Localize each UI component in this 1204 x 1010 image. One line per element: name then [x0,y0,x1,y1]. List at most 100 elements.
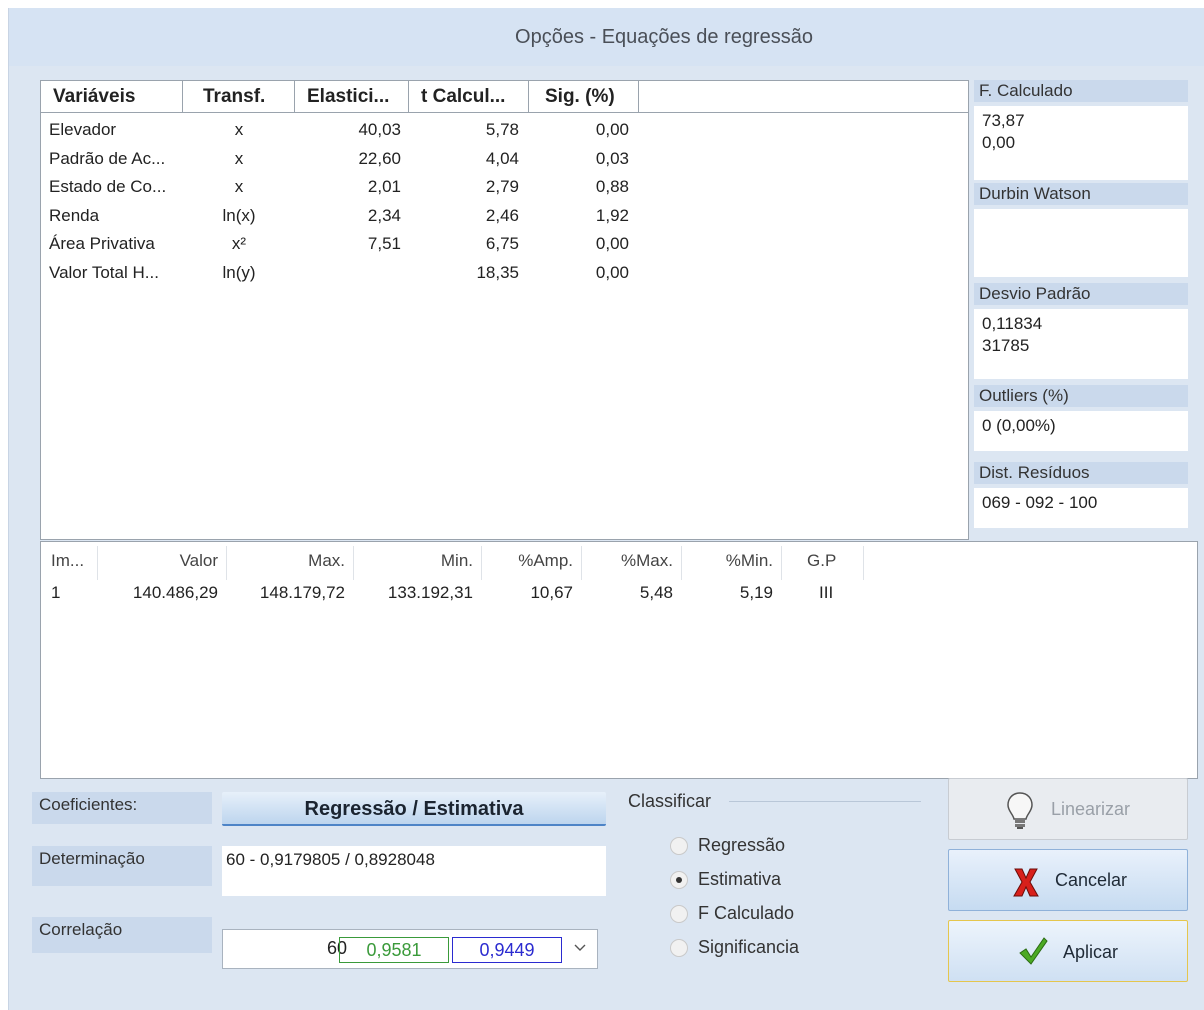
correlacao-n: 60 [326,938,347,958]
variable-transf: x [234,177,244,196]
col-header-filler [639,81,968,113]
col-header-sig[interactable]: Sig. (%) [529,81,639,113]
col-header-elasticidade[interactable]: Elastici... [295,81,409,113]
coeficientes-label: Coeficientes: [32,792,212,824]
red-x-icon [1013,868,1039,897]
estimate-amp: 10,67 [530,583,573,602]
radio-f-calculado[interactable] [670,905,688,923]
lightbulb-icon [1007,792,1033,829]
col-separator [681,546,682,580]
group-divider [729,801,921,802]
col-header-variaveis[interactable]: Variáveis [41,81,183,113]
variable-sig: 0,88 [595,177,629,196]
regression-options-dialog: Opções - Equações de regressão Variáveis… [8,8,1204,1010]
col-separator [781,546,782,580]
col-header-min[interactable]: Min. [357,550,473,572]
determinacao-value: 60 - 0,9179805 / 0,8928048 [222,846,606,896]
dist-residuos-label: Dist. Resíduos [974,462,1188,484]
estimate-min: 133.192,31 [387,583,473,602]
col-separator [581,546,582,580]
classificar-label: Classificar [628,791,712,811]
variable-name: Estado de Co... [49,177,167,196]
radio-estimativa-label[interactable]: Estimativa [698,869,781,890]
variable-name: Padrão de Ac... [49,148,166,168]
col-separator [481,546,482,580]
durbin-watson-box [974,209,1188,277]
durbin-watson-label: Durbin Watson [974,183,1188,205]
f-calculado-label: F. Calculado [974,80,1188,102]
variable-transf: x² [231,234,247,253]
cancelar-label: Cancelar [1055,870,1128,890]
variable-sig: 0,00 [595,262,629,282]
variable-elast: 2,34 [367,205,401,225]
variable-transf: ln(x) [222,205,256,225]
outliers-value: 0 (0,00%) [974,411,1188,451]
radio-significancia-label[interactable]: Significancia [698,937,799,958]
col-header-max[interactable]: Max. [231,550,345,572]
estimate-valor: 140.486,29 [132,583,218,602]
col-separator [353,546,354,580]
cancelar-button[interactable]: Cancelar [948,849,1188,911]
regressao-estimativa-button[interactable]: Regressão / Estimativa [222,792,606,826]
variable-name: Elevador [49,120,117,139]
col-separator [97,546,98,580]
chevron-down-icon[interactable] [573,943,587,953]
variable-tcalc: 2,46 [485,205,519,225]
outliers-label: Outliers (%) [974,385,1188,407]
variable-tcalc: 5,78 [485,120,519,139]
aplicar-label: Aplicar [1063,942,1119,962]
variable-transf: ln(y) [222,262,256,282]
estimate-gp: III [819,583,834,602]
variable-tcalc: 18,35 [476,262,519,282]
dist-residuos-value: 069 - 092 - 100 [974,488,1188,528]
variable-elast: 22,60 [358,148,401,168]
estimate-pmin: 5,19 [739,583,773,602]
radio-significancia[interactable] [670,939,688,957]
col-header-pmax[interactable]: %Max. [585,550,673,572]
variable-sig: 1,92 [595,205,629,225]
variables-grid[interactable]: Variáveis Transf. Elastici... t Calcul..… [40,80,969,540]
col-header-t-calculado[interactable]: t Calcul... [409,81,529,113]
checkmark-icon [1019,937,1048,965]
correlacao-value-green: 0,9581 [339,937,449,963]
correlacao-value-blue: 0,9449 [452,937,562,963]
estimate-pmax: 5,48 [639,583,673,602]
estimate-max: 148.179,72 [259,583,345,602]
variable-name: Valor Total H... [49,262,159,282]
radio-estimativa[interactable] [670,871,688,889]
col-header-valor[interactable]: Valor [101,550,218,572]
col-header-transf[interactable]: Transf. [183,81,295,113]
col-header-amp[interactable]: %Amp. [485,550,573,572]
desvio-padrao-value-2: 31785 [982,336,1030,355]
estimates-grid[interactable]: Im... Valor Max. Min. %Amp. %Max. %Min. … [40,541,1198,779]
desvio-padrao-value: 0,11834 [982,314,1043,333]
variable-sig: 0,00 [595,234,629,253]
variable-name: Área Privativa [49,234,155,253]
linearizar-label: Linearizar [1051,799,1131,819]
variable-tcalc: 6,75 [485,234,519,253]
correlacao-label: Correlação [32,917,212,953]
linearizar-button[interactable]: Linearizar [948,778,1188,840]
aplicar-button[interactable]: Aplicar [948,920,1188,982]
radio-f-calculado-label[interactable]: F Calculado [698,903,794,924]
determinacao-label: Determinação [32,846,212,886]
radio-regressao[interactable] [670,837,688,855]
col-header-gp[interactable]: G.P [807,550,836,572]
col-separator [226,546,227,580]
correlacao-select[interactable]: 60 0,9581 0,9449 [222,929,598,969]
f-calculado-value: 73,87 [982,111,1025,130]
col-separator [863,546,864,580]
radio-regressao-label[interactable]: Regressão [698,835,785,856]
radio-selected-dot [676,877,682,883]
variable-sig: 0,00 [595,120,629,139]
col-header-pmin[interactable]: %Min. [685,550,773,572]
desvio-padrao-label: Desvio Padrão [974,283,1188,305]
col-header-im[interactable]: Im... [51,550,84,572]
variable-sig: 0,03 [595,148,629,168]
variable-elast: 40,03 [358,120,401,139]
variable-elast: 2,01 [367,177,401,196]
f-calculado-significance: 0,00 [982,133,1016,152]
variable-tcalc: 2,79 [485,177,519,196]
variable-name: Renda [49,205,100,225]
variable-transf: x [234,148,244,168]
